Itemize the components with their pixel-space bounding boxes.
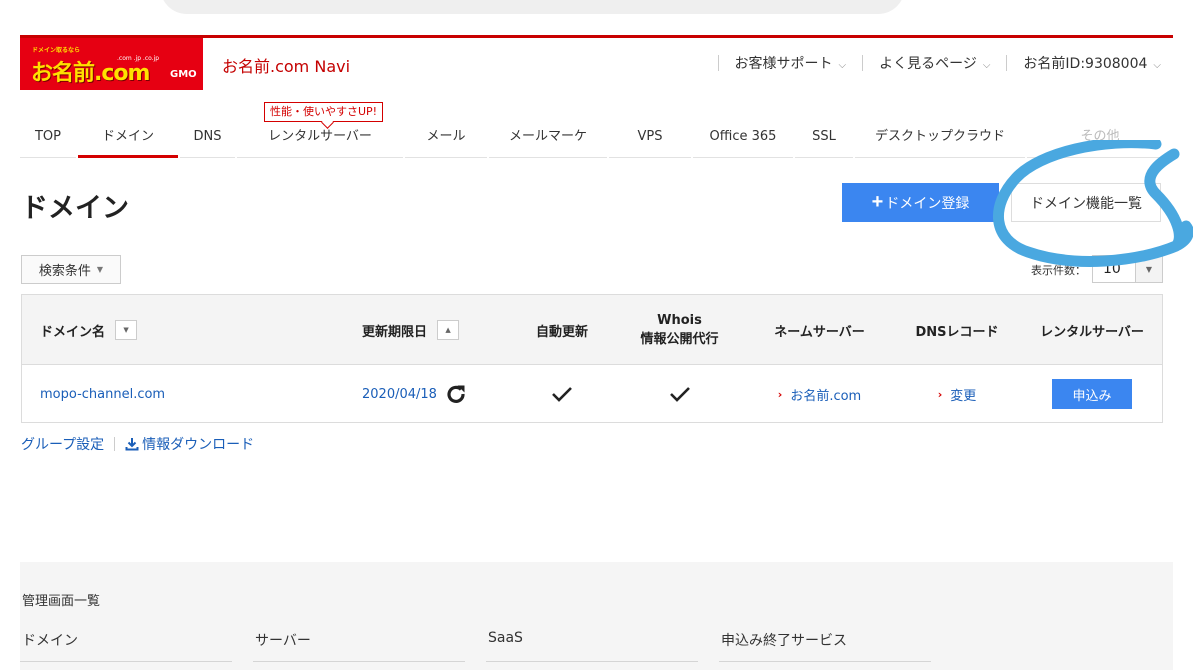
row-domain-link[interactable]: mopo-channel.com [40, 365, 165, 423]
tab-rental-server[interactable]: レンタルサーバー [237, 125, 403, 158]
onamae-logo[interactable]: ドメイン取るなら お名前.com .com .jp .co.jp GMO [20, 38, 203, 90]
group-settings-link[interactable]: グループ設定 [21, 434, 104, 454]
col-domain-label: ドメイン名 [40, 324, 106, 340]
sort-toggle-icon[interactable]: ▼ [115, 320, 138, 340]
features-button-label: ドメイン機能一覧 [1030, 194, 1142, 211]
chevron-down-icon: ⌵ [838, 60, 847, 71]
tab-top[interactable]: TOP [20, 125, 76, 158]
tab-vps[interactable]: VPS [609, 125, 691, 158]
tab-mail-marketing[interactable]: メールマーケ [489, 125, 607, 158]
search-conditions-dropdown[interactable]: 検索条件 ▼ [21, 255, 121, 284]
menu-separator [1006, 55, 1008, 71]
row-rental: 申込み [1027, 365, 1157, 423]
count-select[interactable]: 10 ▼ [1092, 255, 1163, 283]
col-nameserver-header: ネームサーバー [774, 324, 865, 340]
browser-pill [160, 0, 905, 14]
caret-down-icon: ▼ [96, 265, 104, 274]
row-auto-renew [517, 365, 607, 423]
domain-table: ドメイン名 ▼ 更新期限日 ▲ 自動更新 Whois 情報公開代行 ネームサーバ… [21, 294, 1163, 423]
col-auto-renew-header: 自動更新 [535, 324, 588, 340]
row-whois [622, 365, 737, 423]
check-icon [669, 387, 690, 402]
rental-apply-button[interactable]: 申込み [1052, 379, 1132, 409]
tab-others[interactable]: その他 [1027, 125, 1173, 158]
logo-tagline: ドメイン取るなら [32, 47, 81, 54]
admin-screens-title: 管理画面一覧 [22, 594, 101, 609]
col-expiry-header: 更新期限日 ▲ [362, 295, 460, 365]
logo-tlds: .com .jp .co.jp [117, 55, 160, 62]
tab-office365[interactable]: Office 365 [693, 125, 793, 158]
domain-name: mopo-channel.com [40, 386, 166, 402]
search-conditions-label: 検索条件 [38, 264, 91, 279]
download-link[interactable]: 情報ダウンロード [125, 434, 254, 454]
chevron-right-icon: › [777, 387, 783, 401]
sort-toggle-icon[interactable]: ▲ [437, 320, 460, 340]
table-footer-links: グループ設定 情報ダウンロード [21, 434, 254, 454]
menu-account-label: お名前ID:9308004 [1023, 56, 1148, 72]
navi-title: お名前.com Navi [222, 57, 351, 76]
row-nameserver-link[interactable]: › お名前.com [757, 365, 882, 423]
plus-icon: + [871, 191, 884, 213]
check-icon [552, 387, 572, 402]
menu-support-label: お客様サポート [734, 56, 833, 72]
footer-ended-services-link[interactable]: 申込み終了サービス [719, 630, 931, 662]
page-title: ドメイン [21, 193, 129, 224]
link-separator [114, 437, 116, 451]
footer-saas-link[interactable]: SaaS [486, 630, 698, 662]
admin-screens-panel: 管理画面一覧 ドメイン サーバー SaaS 申込み終了サービス [20, 562, 1173, 670]
footer-domain-link[interactable]: ドメイン [20, 630, 232, 662]
improvement-badge: 性能・使いやすさUP! [264, 102, 384, 122]
menu-support[interactable]: お客様サポート ⌵ [735, 53, 847, 73]
count-value: 10 [1103, 261, 1121, 277]
expiry-date[interactable]: 2020/04/18 [362, 387, 437, 402]
col-whois-header: Whois 情報公開代行 [622, 295, 737, 365]
row-expiry: 2020/04/18 [362, 365, 467, 423]
caret-down-icon: ▼ [1135, 256, 1162, 282]
col-dns-header: DNSレコード [915, 324, 999, 340]
col-rental-header: レンタルサーバー [1040, 324, 1144, 340]
chevron-right-icon: › [937, 387, 943, 401]
menu-frequent-label: よく見るページ [879, 56, 977, 72]
col-domain-header: ドメイン名 ▼ [40, 295, 138, 365]
menu-frequent-pages[interactable]: よく見るページ ⌵ [879, 53, 990, 73]
chevron-down-icon: ⌵ [982, 60, 991, 71]
col-whois-line2: 情報公開代行 [640, 332, 719, 347]
col-expiry-label: 更新期限日 [362, 324, 428, 340]
row-dns-link[interactable]: › 変更 [902, 365, 1012, 423]
col-whois-line1: Whois [657, 313, 702, 328]
domain-features-button[interactable]: ドメイン機能一覧 [1011, 183, 1161, 222]
menu-separator [862, 55, 864, 71]
renew-icon[interactable] [445, 383, 467, 405]
tab-mail[interactable]: メール [405, 125, 487, 158]
dns-change-label: 変更 [950, 388, 977, 404]
register-button-label: ドメイン登録 [885, 194, 970, 211]
tab-desktop-cloud[interactable]: デスクトップクラウド [855, 125, 1025, 158]
download-label: 情報ダウンロード [142, 437, 255, 453]
footer-server-link[interactable]: サーバー [253, 630, 465, 662]
menu-separator [717, 55, 719, 71]
tab-ssl[interactable]: SSL [795, 125, 853, 158]
count-label: 表示件数： [1031, 264, 1086, 277]
chevron-down-icon: ⌵ [1153, 60, 1161, 71]
tab-domain[interactable]: ドメイン [78, 125, 178, 158]
nameserver-value: お名前.com [790, 388, 862, 404]
top-menu: お客様サポート ⌵ よく見るページ ⌵ お名前ID:9308004 ⌵ [702, 53, 1161, 73]
menu-account[interactable]: お名前ID:9308004 ⌵ [1023, 53, 1161, 73]
tab-dns[interactable]: DNS [180, 125, 235, 158]
domain-register-button[interactable]: + ドメイン登録 [842, 183, 999, 222]
logo-gmo: GMO [170, 69, 197, 80]
download-icon [125, 438, 139, 451]
main-nav: TOP ドメイン DNS レンタルサーバー メール メールマーケ VPS Off… [20, 125, 1173, 158]
